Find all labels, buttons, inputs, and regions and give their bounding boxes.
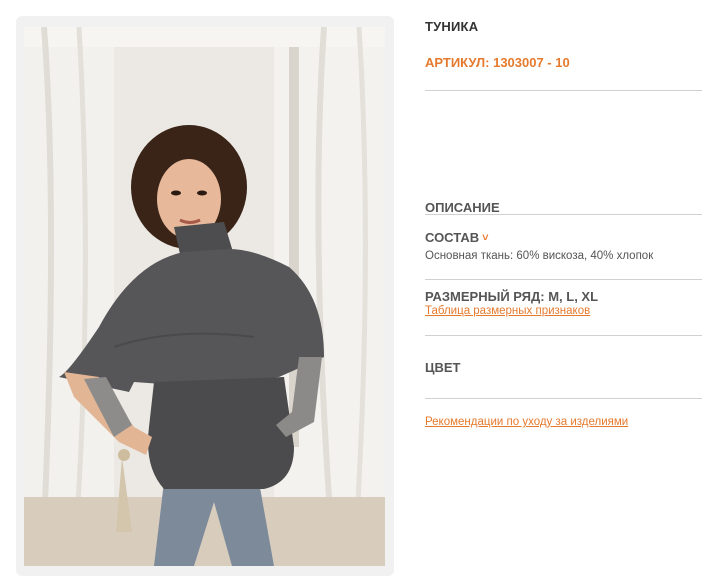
color-heading: ЦВЕТ [425,360,461,375]
chevron-down-icon: ˅ [482,232,489,244]
product-title: ТУНИКА [425,19,479,34]
divider [425,335,702,336]
divider [425,279,702,280]
divider [425,90,702,91]
composition-heading: СОСТАВ [425,230,480,245]
description-heading: ОПИСАНИЕ [425,200,500,215]
product-photo[interactable] [24,27,385,566]
product-article: АРТИКУЛ: 1303007 - 10 [425,55,570,70]
size-range: РАЗМЕРНЫЙ РЯД: M, L, XL [425,289,599,304]
divider [425,214,702,215]
divider [425,398,702,399]
size-table-link[interactable]: Таблица размерных признаков [425,305,590,317]
care-instructions-link[interactable]: Рекомендации по уходу за изделиями [425,416,628,428]
composition-text: Основная ткань: 60% вискоза, 40% хлопок [425,250,654,262]
composition-toggle[interactable]: СОСТАВ ˅ [425,230,489,245]
